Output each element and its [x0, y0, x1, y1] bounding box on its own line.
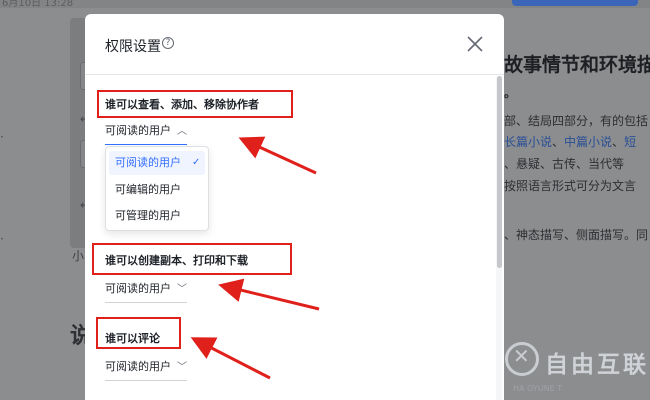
annotation-arrow-1 [238, 136, 317, 175]
annotation-arrow-2 [218, 278, 320, 311]
annotation-arrow-3 [190, 337, 271, 380]
annotation-arrow-icon [190, 136, 320, 380]
